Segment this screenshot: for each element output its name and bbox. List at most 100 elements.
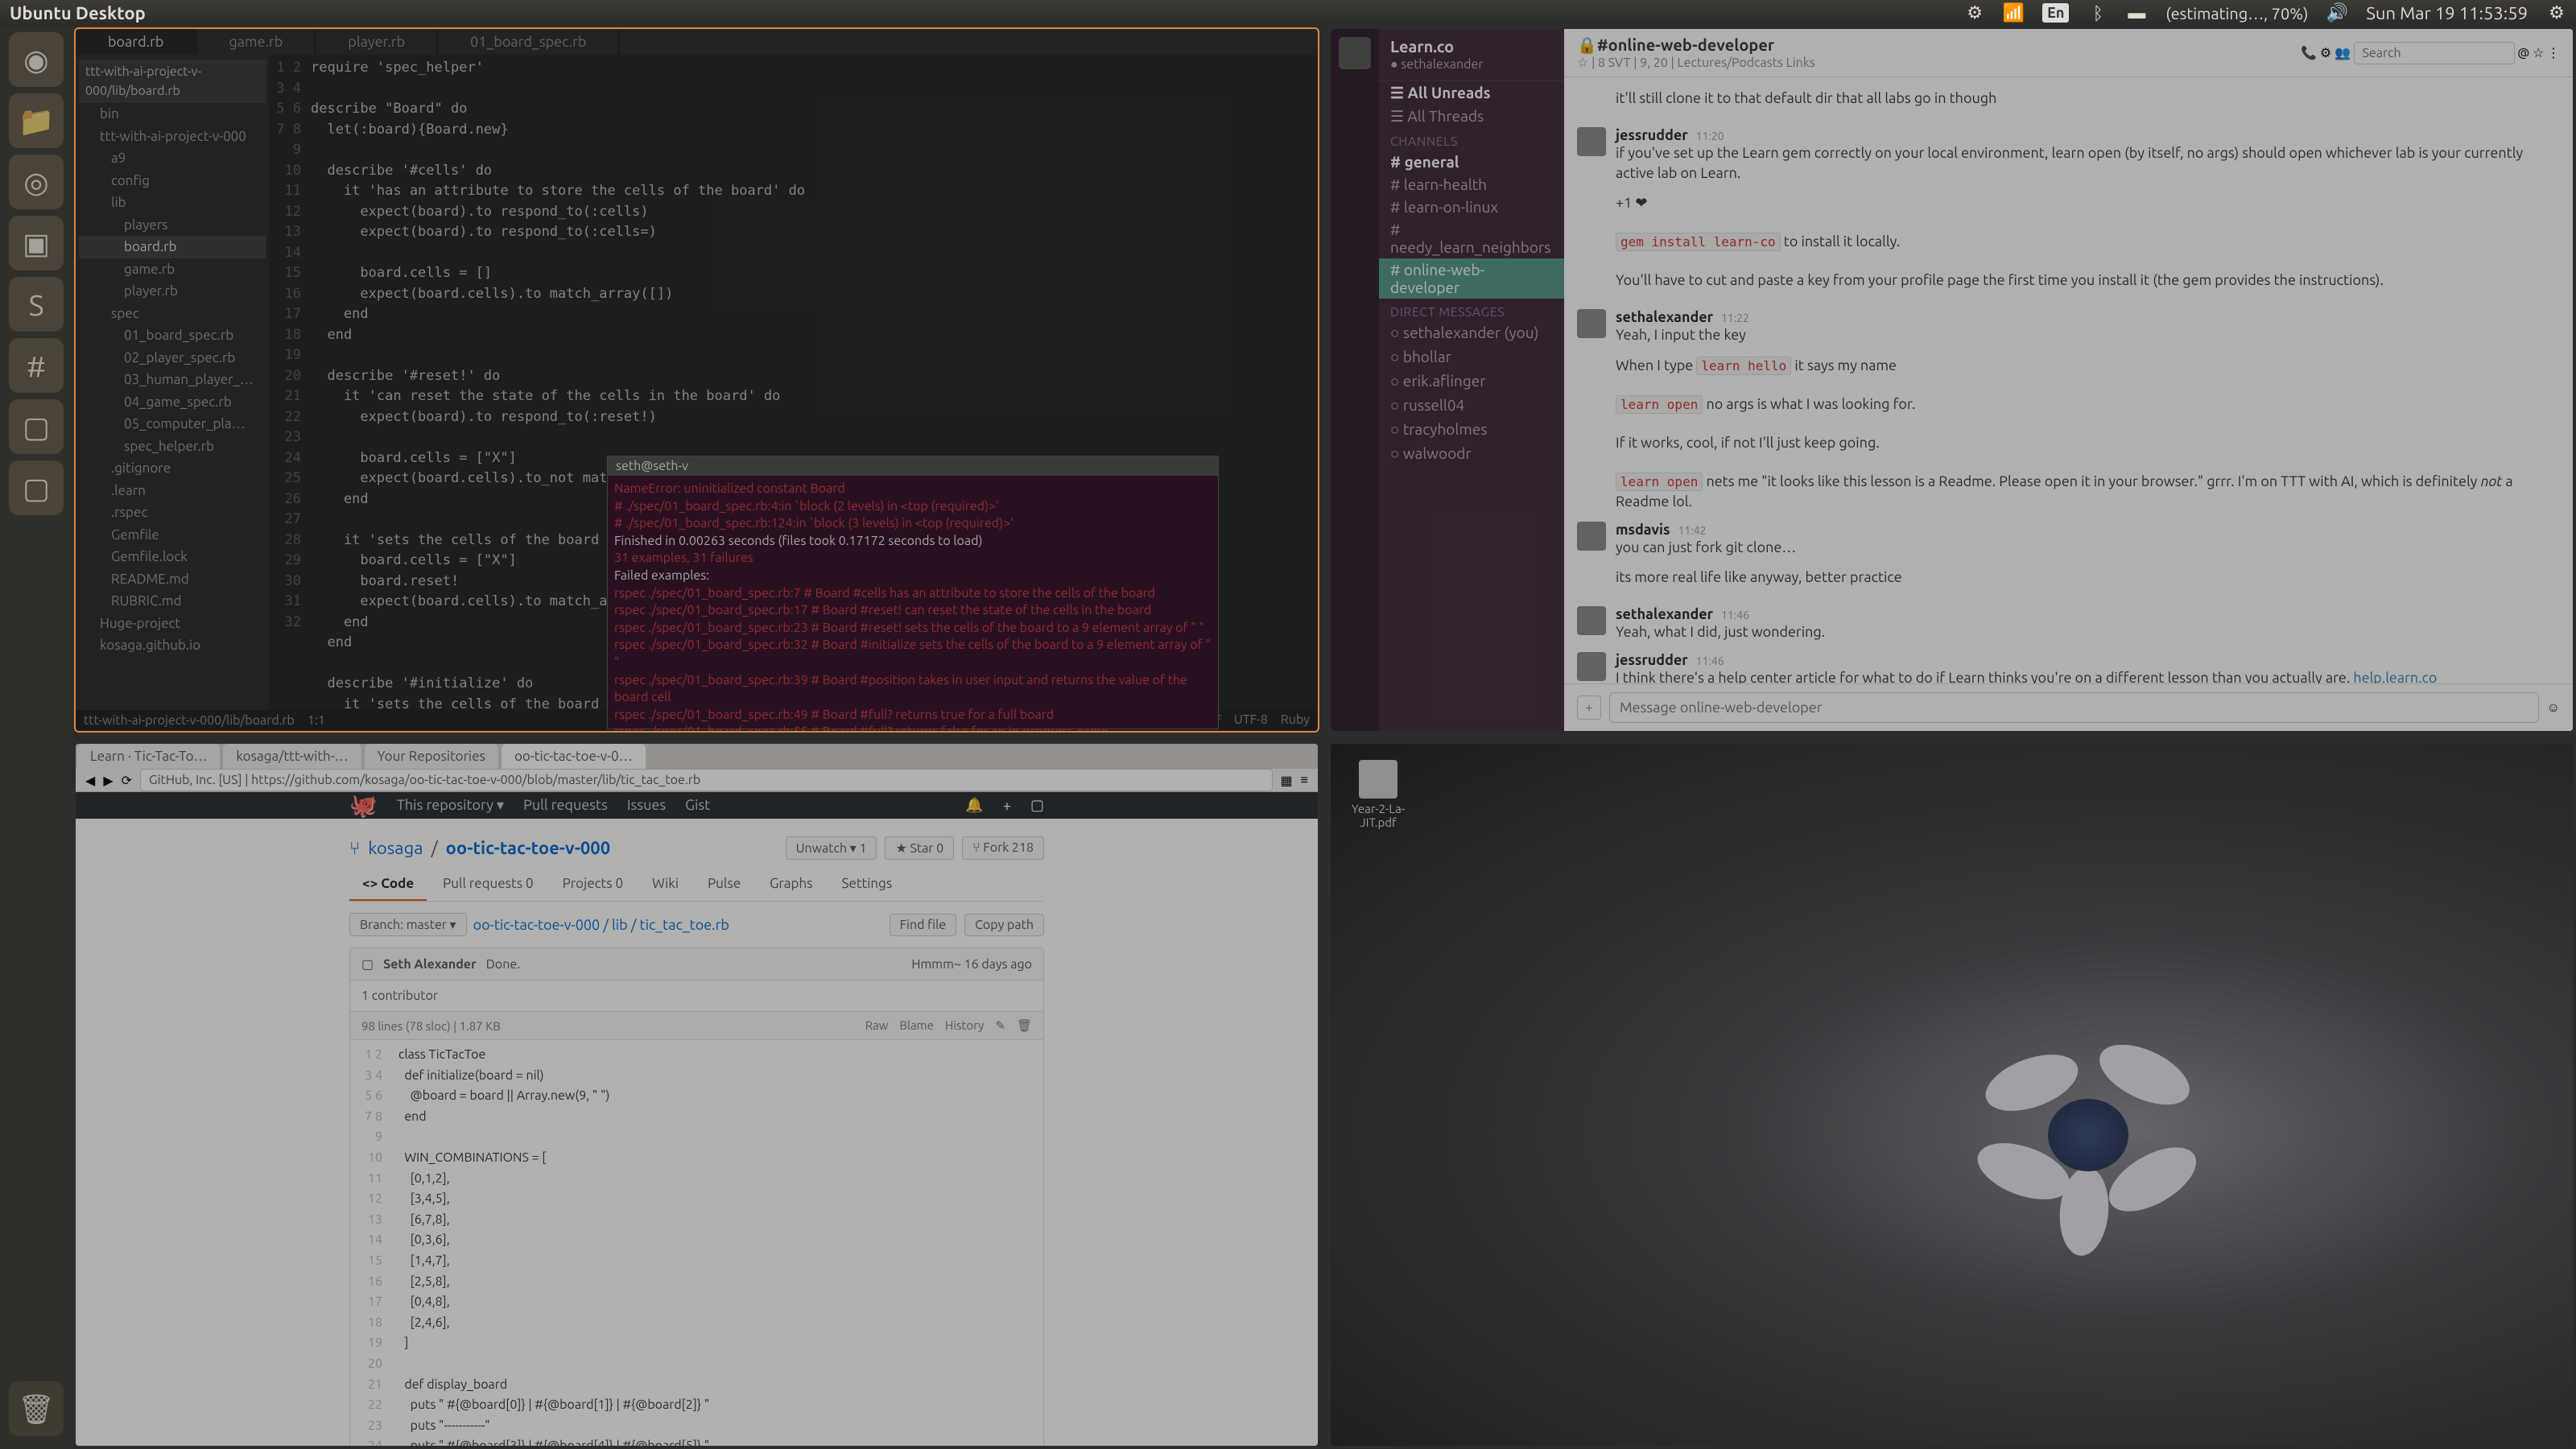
code-action-button[interactable]: 🗑 <box>1017 1018 1032 1033</box>
gh-nav-item[interactable]: This repository ▾ <box>397 797 504 814</box>
extension-icon[interactable]: ▦ <box>1281 773 1293 788</box>
editor-tab[interactable]: 01_board_spec.rb <box>438 29 619 55</box>
code-action-button[interactable]: Raw <box>865 1018 889 1033</box>
tree-item[interactable]: game.rb <box>79 258 266 281</box>
avatar[interactable] <box>1577 522 1606 551</box>
launcher-app[interactable]: ▢ <box>9 399 64 454</box>
forward-icon[interactable]: ▶ <box>103 773 113 788</box>
at-icon[interactable]: @ <box>2517 46 2529 60</box>
tree-item[interactable]: spec <box>79 303 266 325</box>
slack-sidebar-item[interactable]: ○ sethalexander (you) <box>1379 321 1564 345</box>
desktop-file-icon[interactable]: Year-2-La-JIT.pdf <box>1350 760 1406 829</box>
editor-tab[interactable]: game.rb <box>196 29 316 55</box>
tree-item[interactable]: Gemfile.lock <box>79 546 266 568</box>
reload-icon[interactable]: ⟳ <box>122 773 132 788</box>
file-tree[interactable]: ttt-with-ai-project-v-000/lib/board.rb b… <box>76 55 269 710</box>
clock[interactable]: Sun Mar 19 11:53:59 <box>2366 3 2528 23</box>
launcher-chrome[interactable]: ◎ <box>9 155 64 209</box>
menu-icon[interactable]: ≡ <box>1301 773 1308 788</box>
launcher-dash[interactable]: ◉ <box>9 32 64 87</box>
tree-item[interactable]: a9 <box>79 147 266 170</box>
slack-search[interactable]: 📞 ⚙ 👥 @ ☆ ⋮ <box>2301 42 2560 64</box>
star-icon[interactable]: ☆ <box>2533 46 2544 60</box>
gear-icon[interactable]: ⚙ <box>2547 3 2566 23</box>
repo-tab[interactable]: <> Code <box>349 868 427 901</box>
launcher-app2[interactable]: ▢ <box>9 460 64 515</box>
file-action-button[interactable]: Copy path <box>964 914 1044 936</box>
tree-item[interactable]: kosaga.github.io <box>79 634 266 657</box>
code-action-button[interactable]: Blame <box>899 1018 933 1033</box>
slack-sidebar-item[interactable]: # learn-health <box>1379 173 1564 196</box>
msg-user[interactable]: msdavis <box>1616 522 1670 538</box>
settings-icon[interactable]: ⚙ <box>2320 46 2331 60</box>
add-attachment-button[interactable]: + <box>1577 696 1601 720</box>
tree-item[interactable]: lib <box>79 192 266 214</box>
avatar[interactable] <box>1577 606 1606 635</box>
repo-owner[interactable]: kosaga <box>368 838 423 858</box>
avatar[interactable] <box>1577 309 1606 338</box>
tree-item[interactable]: players <box>79 214 266 237</box>
bluetooth-icon[interactable]: ᛒ <box>2088 3 2107 23</box>
tree-item[interactable]: .rspec <box>79 502 266 524</box>
launcher-terminal[interactable]: ▣ <box>9 216 64 270</box>
slack-sidebar-item[interactable]: # general <box>1379 151 1564 173</box>
avatar[interactable]: ▢ <box>1030 797 1044 814</box>
commit-msg[interactable]: Done. <box>486 957 521 972</box>
code-action-button[interactable]: History <box>945 1018 985 1033</box>
slack-sidebar-item[interactable]: # learn-on-linux <box>1379 196 1564 218</box>
browser-tab[interactable]: Learn · Tic-Tac-To… <box>77 744 220 769</box>
wifi-icon[interactable]: 📶 <box>2004 3 2023 23</box>
file-action-button[interactable]: Find file <box>890 914 956 936</box>
plus-icon[interactable]: + <box>1003 798 1011 814</box>
lang-indicator[interactable]: En <box>2042 3 2069 23</box>
repo-name[interactable]: oo-tic-tac-toe-v-000 <box>446 838 610 858</box>
tree-item[interactable]: Huge-project <box>79 613 266 635</box>
repo-action-button[interactable]: ⑂ Fork 218 <box>962 836 1044 860</box>
tree-item[interactable]: 03_human_player_… <box>79 369 266 391</box>
editor-tab[interactable]: player.rb <box>316 29 438 55</box>
gh-nav-item[interactable]: Issues <box>627 797 666 814</box>
repo-action-button[interactable]: Unwatch ▾ 1 <box>786 836 877 860</box>
launcher-trash[interactable]: 🗑 <box>9 1381 64 1436</box>
back-icon[interactable]: ◀ <box>85 773 95 788</box>
desktop-workspace[interactable]: Year-2-La-JIT.pdf <box>1331 744 2573 1446</box>
repo-action-button[interactable]: ★ Star 0 <box>885 836 954 860</box>
emoji-icon[interactable]: ☺ <box>2547 700 2560 716</box>
avatar[interactable] <box>1577 652 1606 681</box>
volume-icon[interactable]: 🔊 <box>2327 3 2347 23</box>
phone-icon[interactable]: 📞 <box>2301 46 2317 60</box>
tree-item[interactable]: .gitignore <box>79 457 266 480</box>
launcher-files[interactable]: 📁 <box>9 93 64 148</box>
tree-item[interactable]: Gemfile <box>79 524 266 547</box>
members-icon[interactable]: 👥 <box>2334 46 2351 60</box>
slack-sidebar-item[interactable]: ○ tracyholmes <box>1379 418 1564 442</box>
tree-item[interactable]: 05_computer_pla… <box>79 413 266 436</box>
slack-sidebar-item[interactable]: # online-web-developer <box>1379 258 1564 299</box>
more-icon[interactable]: ⋮ <box>2547 46 2560 60</box>
msg-user[interactable]: jessrudder <box>1616 652 1688 668</box>
tree-item[interactable]: bin <box>79 103 266 126</box>
browser-tab[interactable]: Your Repositories <box>365 744 498 769</box>
github-logo-icon[interactable]: 🐙 <box>349 792 378 819</box>
browser-tab[interactable]: oo-tic-tac-toe-v-0… <box>502 744 646 769</box>
launcher-slack[interactable]: # <box>9 338 64 393</box>
slack-sidebar-item[interactable]: ○ erik.aflinger <box>1379 369 1564 394</box>
channel-name[interactable]: 🔒#online-web-developer <box>1577 35 1815 55</box>
tree-item[interactable]: ttt-with-ai-project-v-000 <box>79 126 266 148</box>
msg-user[interactable]: sethalexander <box>1616 606 1713 622</box>
tree-item[interactable]: .learn <box>79 480 266 502</box>
repo-tab[interactable]: Pulse <box>695 868 753 901</box>
branch-selector[interactable]: Branch: master ▾ <box>349 913 467 936</box>
commit-author[interactable]: Seth Alexander <box>383 957 476 972</box>
tree-item[interactable]: 04_game_spec.rb <box>79 391 266 414</box>
url-input[interactable]: GitHub, Inc. [US] | https://github.com/k… <box>140 769 1273 791</box>
commit-avatar[interactable]: ▢ <box>361 956 374 972</box>
tree-item[interactable]: spec_helper.rb <box>79 436 266 458</box>
slack-team-name[interactable]: Learn.co ● sethalexander <box>1379 29 1564 81</box>
tree-item[interactable]: player.rb <box>79 280 266 303</box>
repo-tab[interactable]: Graphs <box>757 868 825 901</box>
slack-window[interactable]: Learn.co ● sethalexander ☰ All Unreads☰ … <box>1331 29 2573 731</box>
battery-icon[interactable]: ▬ <box>2127 3 2146 23</box>
browser-tab[interactable]: kosaga/ttt-with-… <box>223 744 361 769</box>
code-action-button[interactable]: ✎ <box>995 1018 1005 1033</box>
